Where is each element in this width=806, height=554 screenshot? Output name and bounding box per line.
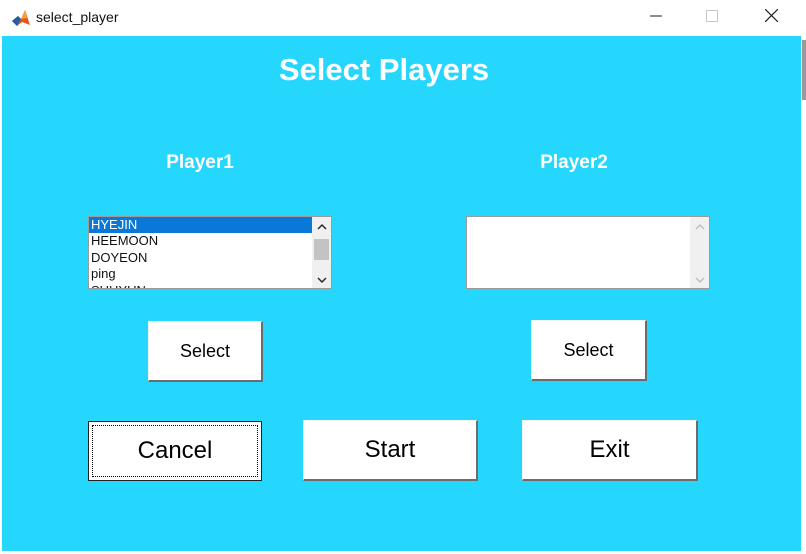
list-item[interactable]: HYEJIN — [89, 217, 313, 234]
maximize-icon — [706, 9, 718, 27]
cancel-button[interactable]: Cancel — [88, 421, 262, 481]
chevron-down-icon — [695, 271, 705, 289]
matlab-logo-icon — [11, 8, 31, 28]
maximize-button[interactable] — [690, 0, 734, 36]
player1-scrollbar[interactable] — [312, 217, 331, 288]
list-item[interactable]: SUHYUN — [89, 283, 313, 288]
player2-label: Player2 — [540, 152, 608, 173]
chevron-up-icon — [317, 217, 327, 235]
minimize-button[interactable] — [634, 0, 678, 36]
close-window-button[interactable] — [749, 0, 793, 36]
chevron-down-icon — [317, 271, 327, 289]
list-item[interactable]: HEEMOON — [89, 233, 313, 249]
scroll-up-button[interactable] — [312, 217, 331, 234]
player1-list-items: HYEJINHEEMOONDOYEONpingSUHYUN — [89, 217, 313, 288]
player2-listbox[interactable] — [466, 216, 710, 289]
player1-label: Player1 — [166, 152, 234, 173]
exit-button[interactable]: Exit — [522, 420, 698, 481]
window-title: select_player — [36, 9, 119, 25]
minimize-icon — [650, 9, 662, 27]
player1-listbox[interactable]: HYEJINHEEMOONDOYEONpingSUHYUN — [88, 216, 332, 289]
scroll-down-button[interactable] — [312, 271, 331, 288]
list-item[interactable]: DOYEON — [89, 250, 313, 266]
list-item[interactable]: ping — [89, 266, 313, 282]
scroll-thumb[interactable] — [314, 239, 329, 260]
scroll-down-button[interactable] — [690, 271, 709, 288]
player1-select-button[interactable]: Select — [148, 321, 263, 382]
background-window-edge — [802, 40, 806, 100]
chevron-up-icon — [695, 217, 705, 235]
page-title: Select Players — [278, 52, 490, 87]
scroll-up-button[interactable] — [690, 217, 709, 234]
close-icon — [764, 8, 778, 27]
start-button[interactable]: Start — [303, 420, 478, 481]
window-border — [801, 36, 806, 554]
player2-scrollbar[interactable] — [690, 217, 709, 288]
player2-select-button[interactable]: Select — [531, 320, 647, 381]
title-bar: select_player — [0, 0, 806, 36]
